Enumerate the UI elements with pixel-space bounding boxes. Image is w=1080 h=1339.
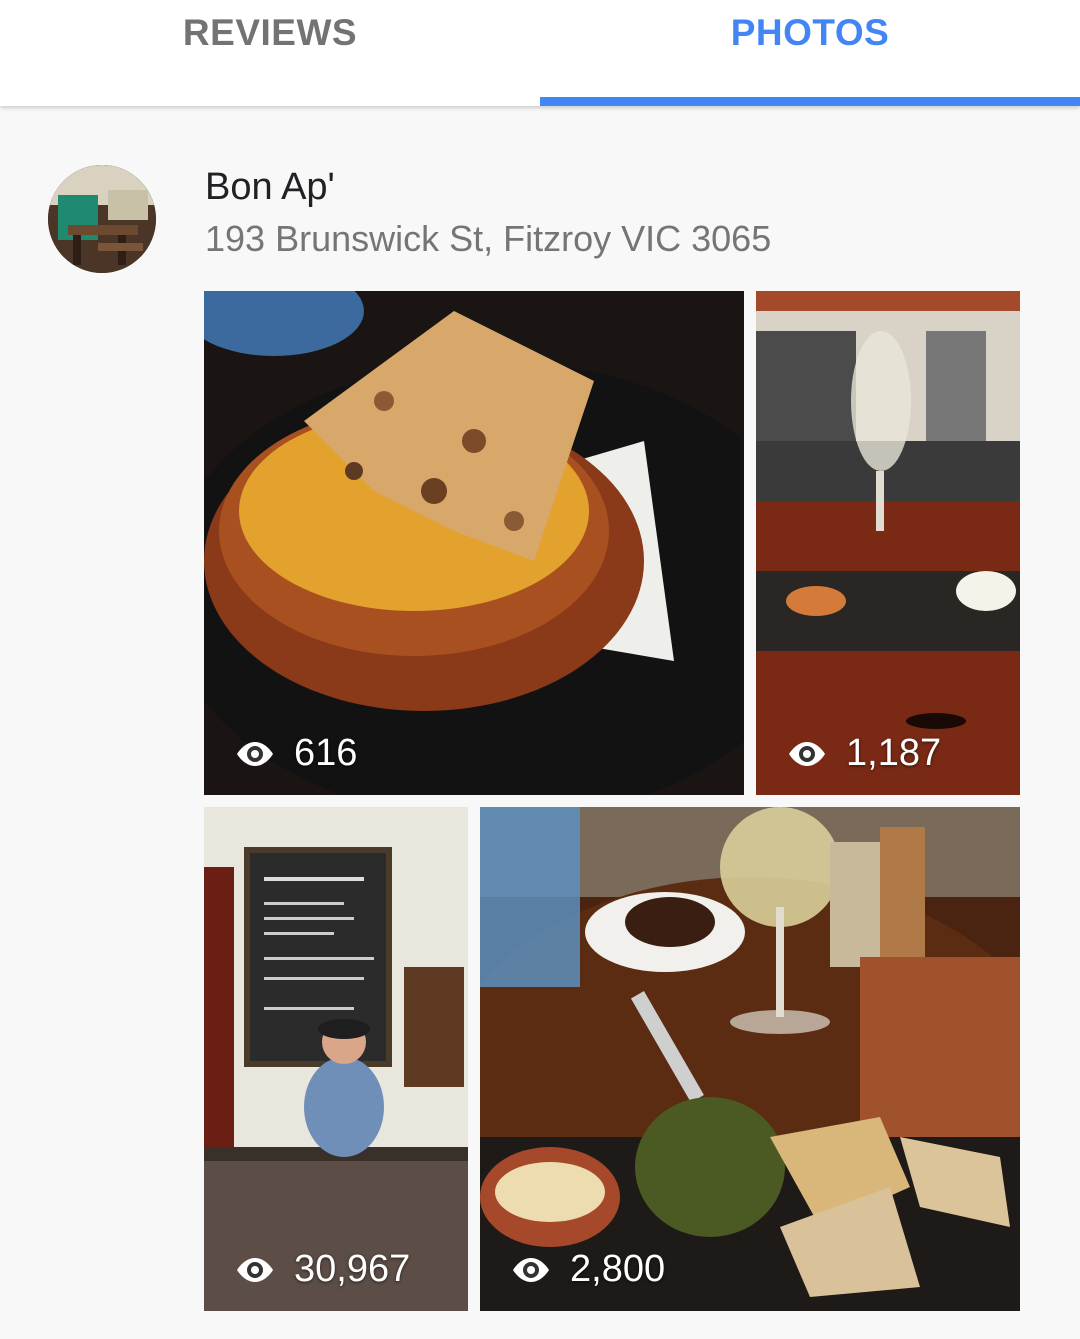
tab-bar: REVIEWS PHOTOS [0, 0, 1080, 106]
photo-tile[interactable]: 2,800 [480, 807, 1020, 1311]
tab-reviews[interactable]: REVIEWS [0, 0, 540, 106]
place-name: Bon Ap' [205, 166, 335, 208]
eye-icon [237, 741, 273, 766]
eye-icon [237, 1257, 273, 1282]
view-count-label: 2,800 [570, 1248, 666, 1290]
view-count-label: 616 [294, 732, 358, 774]
photo-view-count: 616 [234, 732, 357, 775]
eye-icon [789, 741, 825, 766]
photo-image [204, 807, 468, 1311]
active-tab-indicator [540, 97, 1080, 106]
photo-image [204, 291, 744, 795]
tab-photos[interactable]: PHOTOS [540, 0, 1080, 106]
photo-view-count: 30,967 [234, 1248, 410, 1291]
photo-tile[interactable]: 616 [204, 291, 744, 795]
eye-icon [513, 1257, 549, 1282]
photo-view-count: 2,800 [510, 1248, 665, 1291]
place-avatar[interactable] [48, 165, 156, 273]
photo-tile[interactable]: 30,967 [204, 807, 468, 1311]
place-address: 193 Brunswick St, Fitzroy VIC 3065 [205, 218, 772, 259]
view-count-label: 30,967 [294, 1248, 411, 1290]
photo-image [756, 291, 1020, 795]
photo-view-count: 1,187 [786, 732, 941, 775]
view-count-label: 1,187 [846, 732, 942, 774]
photo-image [480, 807, 1020, 1311]
photo-tile[interactable]: 1,187 [756, 291, 1020, 795]
